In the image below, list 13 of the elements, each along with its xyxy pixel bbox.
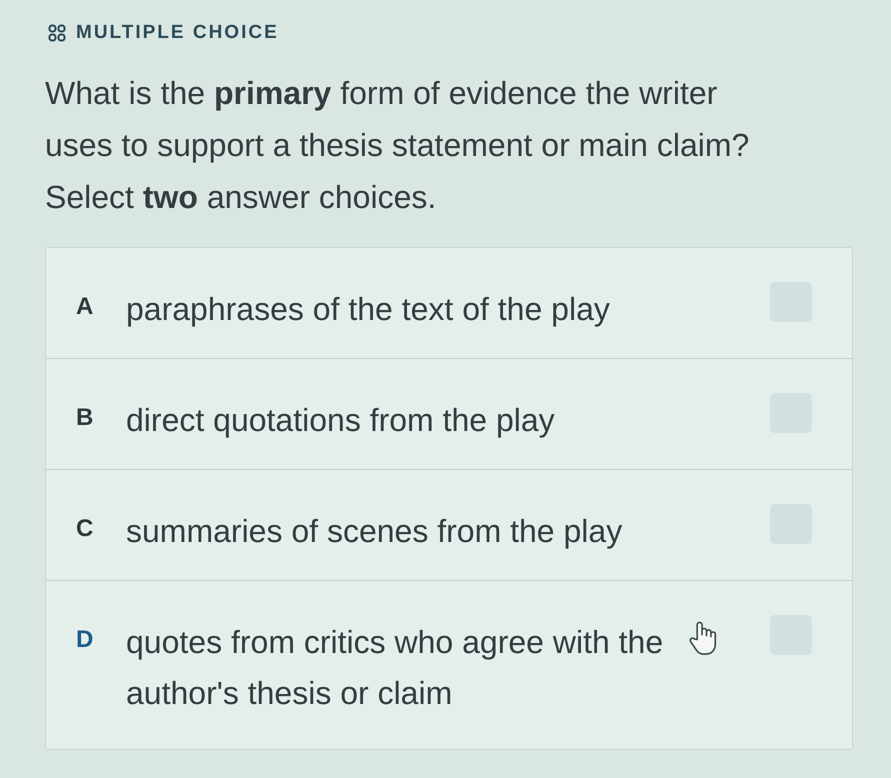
- choice-text[interactable]: quotes from critics who agree with the author's thesis or claim: [126, 617, 726, 719]
- choice-text[interactable]: summaries of scenes from the play: [126, 506, 726, 557]
- hand-pointer-icon: [687, 620, 719, 657]
- section-label: MULTIPLE CHOICE: [76, 22, 279, 44]
- choice-letter: C: [76, 514, 94, 544]
- choice-letter: A: [76, 292, 94, 322]
- choice-letter: B: [76, 403, 94, 433]
- grid-icon: [48, 24, 66, 42]
- instruction-text: Select two answer choices.: [45, 178, 438, 217]
- choice-text[interactable]: direct quotations from the play: [126, 395, 726, 446]
- question-text: What is the primary form of evidence the writer uses to support a thesis statement or main claim?: [45, 74, 750, 165]
- choice-letter: D: [76, 625, 94, 655]
- choice-text[interactable]: paraphrases of the text of the play: [126, 284, 726, 335]
